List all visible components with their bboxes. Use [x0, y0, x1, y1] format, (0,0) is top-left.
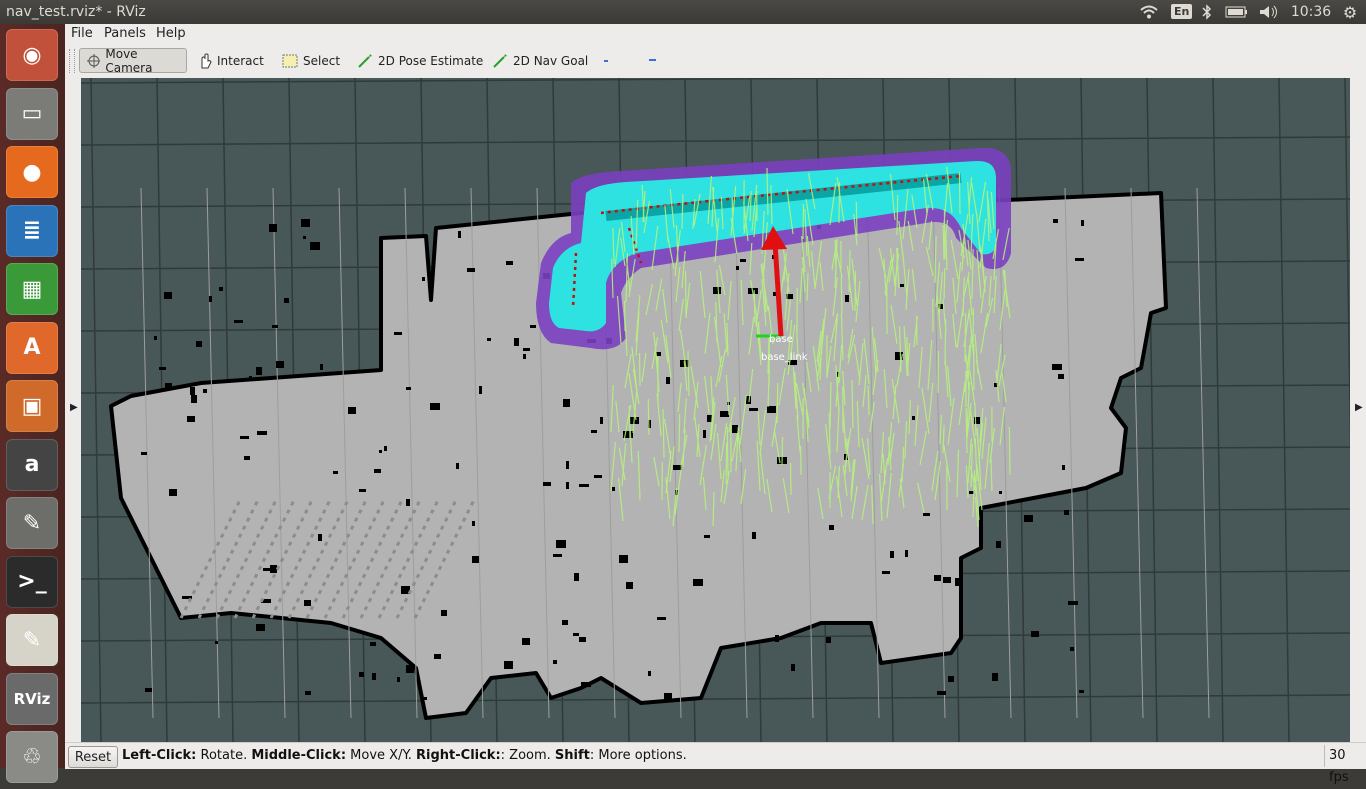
interact-label: Interact	[217, 53, 264, 68]
statusbar: Reset Left-Click: Rotate. Middle-Click: …	[65, 742, 1366, 785]
launcher-glyph: ▦	[21, 276, 43, 302]
launcher-text-editor-icon[interactable]: ✎	[6, 614, 58, 666]
expand-right-icon: ▶	[1355, 402, 1363, 413]
hint-key-1: Middle-Click:	[251, 748, 347, 763]
hint-text-1: Move X/Y.	[346, 748, 417, 763]
launcher-trash-icon[interactable]: ♲	[6, 731, 58, 783]
3d-viewport[interactable]: base base_link	[81, 78, 1350, 742]
rviz-window: File Panels Help Move Camera Interact Se…	[65, 24, 1366, 785]
select-icon	[282, 54, 298, 67]
fps-counter: 30 fps	[1324, 745, 1366, 785]
top-panel: nav_test.rviz* - RViz En 10:36 ⚙	[0, 0, 1366, 24]
launcher-glyph: ▭	[21, 101, 43, 126]
left-dock-collapse[interactable]: ▶	[65, 78, 81, 742]
menu-panels[interactable]: Panels	[104, 26, 146, 41]
launcher-files-icon[interactable]: ▭	[6, 87, 58, 140]
launcher-writer-icon[interactable]: ≣	[6, 204, 58, 257]
toolbar: Move Camera Interact Select 2D Pose Esti…	[65, 43, 1366, 79]
launcher-rviz-icon[interactable]: RViz	[6, 672, 58, 725]
hint-text-0: Rotate.	[196, 748, 252, 763]
nav-goal-label: 2D Nav Goal	[513, 53, 589, 68]
launcher-glyph: ✎	[22, 510, 42, 536]
hand-icon	[201, 52, 212, 68]
move-camera-icon	[87, 53, 101, 68]
wifi-icon[interactable]	[1138, 2, 1160, 22]
bluetooth-icon[interactable]	[1198, 2, 1216, 22]
clock[interactable]: 10:36	[1290, 2, 1332, 22]
scene-svg: base base_link	[81, 78, 1350, 742]
frame-label-base-link: base_link	[761, 352, 808, 363]
launcher-glyph: ♲	[22, 744, 42, 770]
move-camera-tool[interactable]: Move Camera	[79, 46, 187, 75]
nav-goal-icon	[493, 53, 507, 68]
frame-label-base: base	[769, 334, 793, 345]
remove-tool-button[interactable]	[641, 48, 667, 73]
select-tool[interactable]: Select	[276, 48, 346, 73]
launcher-calc-icon[interactable]: ▦	[6, 263, 58, 315]
launcher-amazon-icon[interactable]: a	[6, 438, 58, 491]
gear-icon[interactable]: ⚙	[1340, 2, 1360, 22]
launcher: ◉ ▭ ● ≣ ▦ A ▣ a ✎ >_ ✎ RViz ♲	[0, 24, 65, 783]
add-tool-button[interactable]	[597, 48, 619, 73]
launcher-glyph: ●	[22, 159, 42, 185]
pose-estimate-tool[interactable]: 2D Pose Estimate	[351, 48, 489, 73]
battery-icon[interactable]	[1224, 2, 1250, 22]
right-dock-collapse[interactable]: ▶	[1350, 78, 1366, 742]
launcher-ubuntu-dash-icon[interactable]: ◉	[6, 29, 58, 81]
menu-file[interactable]: File	[71, 26, 93, 41]
move-camera-label: Move Camera	[105, 46, 153, 75]
hint-key-3: Shift	[554, 748, 590, 763]
toolbar-grip[interactable]	[69, 49, 75, 73]
select-label: Select	[303, 53, 341, 68]
menu-help[interactable]: Help	[156, 26, 186, 41]
hint-key-0: Left-Click:	[122, 748, 197, 763]
pose-estimate-label: 2D Pose Estimate	[378, 53, 484, 68]
interact-tool[interactable]: Interact	[192, 48, 270, 73]
window-title: nav_test.rviz* - RViz	[6, 4, 146, 20]
launcher-system-settings-icon[interactable]: ✎	[6, 497, 58, 549]
launcher-terminal-icon[interactable]: >_	[6, 555, 58, 608]
nav-goal-tool[interactable]: 2D Nav Goal	[486, 48, 594, 73]
volume-icon[interactable]	[1258, 2, 1280, 22]
hint-key-2: Right-Click:	[416, 748, 501, 763]
launcher-glyph: a	[24, 452, 40, 477]
launcher-impress-icon[interactable]: ▣	[6, 380, 58, 432]
launcher-glyph: ≣	[22, 218, 42, 243]
menubar: File Panels Help	[65, 24, 1366, 43]
reset-button[interactable]: Reset	[68, 746, 118, 768]
plus-icon	[604, 59, 608, 62]
pose-estimate-icon	[358, 53, 372, 68]
hint-text-2: : Zoom.	[500, 748, 555, 763]
status-hint: Left-Click: Rotate. Middle-Click: Move X…	[122, 748, 687, 763]
launcher-glyph: ✎	[22, 627, 42, 653]
launcher-glyph: >_	[17, 569, 47, 594]
hint-text-3: : More options.	[589, 748, 687, 763]
launcher-glyph: ◉	[22, 42, 42, 68]
keyboard-lang-icon[interactable]: En	[1171, 4, 1193, 19]
launcher-firefox-icon[interactable]: ●	[6, 146, 58, 198]
launcher-software-center-icon[interactable]: A	[6, 321, 58, 374]
launcher-glyph: ▣	[21, 393, 43, 419]
minus-icon	[649, 58, 656, 61]
launcher-glyph: A	[23, 335, 41, 360]
launcher-glyph: RViz	[13, 689, 51, 708]
expand-left-icon: ▶	[70, 402, 78, 413]
